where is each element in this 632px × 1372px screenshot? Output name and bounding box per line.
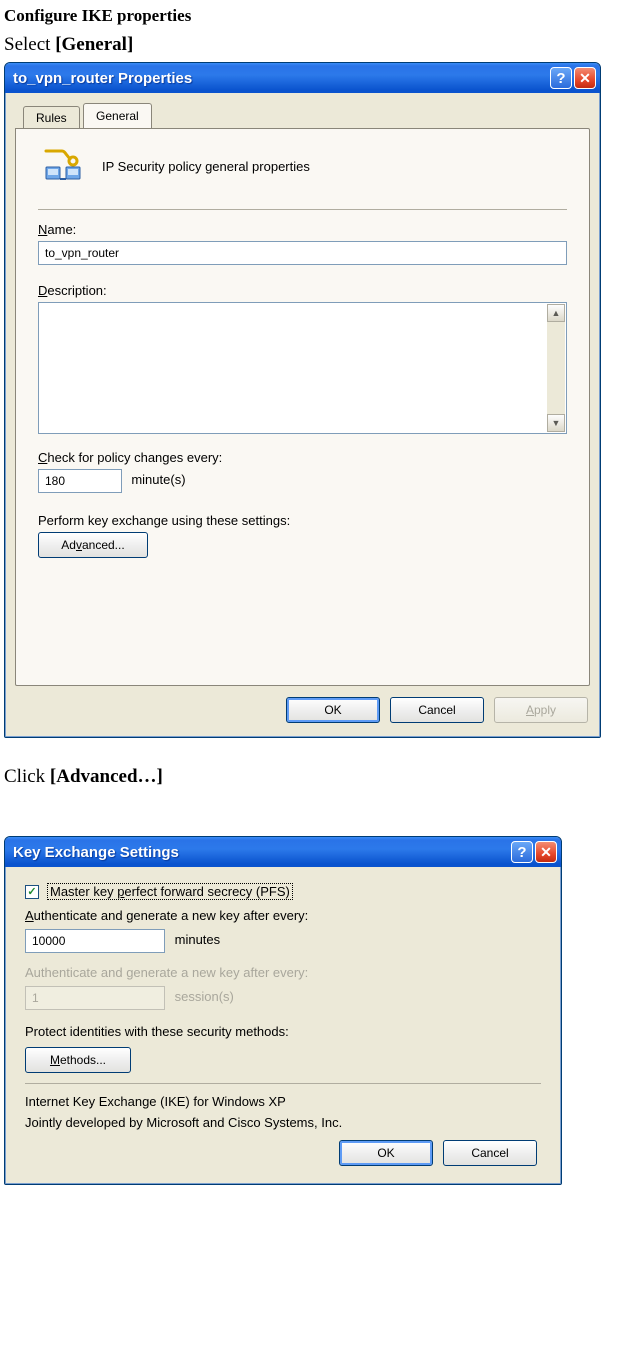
instruction-click-prefix: Click <box>4 766 50 787</box>
scroll-up-button[interactable]: ▲ <box>547 304 565 322</box>
dev-line: Jointly developed by Microsoft and Cisco… <box>25 1115 541 1130</box>
policy-header-text: IP Security policy general properties <box>102 159 310 174</box>
ok-button[interactable]: OK <box>339 1140 433 1166</box>
help-button[interactable]: ? <box>511 841 533 863</box>
dialog-body: Master key perfect forward secrecy (PFS)… <box>5 867 561 1184</box>
minutes-unit: minutes <box>175 932 221 947</box>
minutes-label: minute(s) <box>131 472 185 487</box>
titlebar[interactable]: to_vpn_router Properties ? ✕ <box>5 63 600 93</box>
key-exchange-dialog: Key Exchange Settings ? ✕ Master key per… <box>4 836 562 1185</box>
minutes-input[interactable] <box>25 929 165 953</box>
check-every-label: Check for policy changes every: <box>38 450 567 465</box>
instruction-select-prefix: Select <box>4 34 55 55</box>
auth1-rest: uthenticate and generate a new key after… <box>34 908 309 923</box>
name-label-accel: N <box>38 222 47 237</box>
description-label-accel: D <box>38 283 47 298</box>
apply-rest: pply <box>534 703 556 717</box>
methods-rest: ethods... <box>60 1053 106 1067</box>
name-label-rest: ame: <box>47 222 76 237</box>
auth-sessions-label: Authenticate and generate a new key afte… <box>25 965 541 980</box>
ok-button[interactable]: OK <box>286 697 380 723</box>
methods-accel: M <box>50 1053 60 1067</box>
description-label: Description: <box>38 283 567 298</box>
dialog-button-row: OK Cancel <box>25 1130 541 1172</box>
help-button[interactable]: ? <box>550 67 572 89</box>
dialog-button-row: OK Cancel Apply <box>5 687 600 737</box>
sessions-input <box>25 986 165 1010</box>
tab-strip: Rules General <box>23 103 590 129</box>
description-label-rest: escription: <box>47 283 106 298</box>
cancel-button[interactable]: Cancel <box>443 1140 537 1166</box>
tab-page-general: IP Security policy general properties Na… <box>15 128 590 686</box>
separator <box>25 1083 541 1084</box>
close-button[interactable]: ✕ <box>574 67 596 89</box>
check-interval-input[interactable] <box>38 469 122 493</box>
perform-label: Perform key exchange using these setting… <box>38 513 567 528</box>
dialog-title: to_vpn_router Properties <box>13 70 548 87</box>
pfs-label-rest: erfect forward secrecy (PFS) <box>124 884 289 899</box>
name-label: Name: <box>38 222 567 237</box>
pfs-checkbox[interactable] <box>25 885 39 899</box>
titlebar[interactable]: Key Exchange Settings ? ✕ <box>5 837 561 867</box>
ike-line: Internet Key Exchange (IKE) for Windows … <box>25 1094 541 1109</box>
scrollbar[interactable]: ▲ ▼ <box>547 304 565 432</box>
advanced-pre: Ad <box>61 538 76 552</box>
dialog-title: Key Exchange Settings <box>13 844 509 861</box>
check-label-accel: C <box>38 450 47 465</box>
instruction-click: Click [Advanced…] <box>4 766 628 788</box>
advanced-rest: anced... <box>82 538 125 552</box>
instruction-select: Select [General] <box>4 34 628 56</box>
pfs-label-pre: Master key <box>50 884 117 899</box>
tab-general[interactable]: General <box>83 103 152 128</box>
separator <box>38 209 567 210</box>
heading-configure: Configure IKE properties <box>4 6 628 26</box>
sessions-unit: session(s) <box>175 989 234 1004</box>
auth1-accel: A <box>25 908 34 923</box>
check-label-rest: heck for policy changes every: <box>47 450 222 465</box>
close-button[interactable]: ✕ <box>535 841 557 863</box>
apply-accel: A <box>526 703 534 717</box>
scroll-down-button[interactable]: ▼ <box>547 414 565 432</box>
auth-minutes-label: Authenticate and generate a new key afte… <box>25 908 541 923</box>
tab-rules[interactable]: Rules <box>23 106 80 129</box>
apply-button: Apply <box>494 697 588 723</box>
properties-dialog: to_vpn_router Properties ? ✕ Rules Gener… <box>4 62 601 738</box>
name-input[interactable] <box>38 241 567 265</box>
instruction-click-bold: [Advanced…] <box>50 766 163 787</box>
policy-icon <box>44 149 84 183</box>
policy-header: IP Security policy general properties <box>44 149 567 183</box>
description-textarea[interactable]: ▲ ▼ <box>38 302 567 434</box>
methods-button[interactable]: Methods... <box>25 1047 131 1073</box>
instruction-select-bold: [General] <box>55 34 133 55</box>
pfs-row: Master key perfect forward secrecy (PFS) <box>25 883 541 900</box>
protect-label: Protect identities with these security m… <box>25 1024 541 1039</box>
pfs-label[interactable]: Master key perfect forward secrecy (PFS) <box>47 883 293 900</box>
cancel-button[interactable]: Cancel <box>390 697 484 723</box>
advanced-button[interactable]: Advanced... <box>38 532 148 558</box>
